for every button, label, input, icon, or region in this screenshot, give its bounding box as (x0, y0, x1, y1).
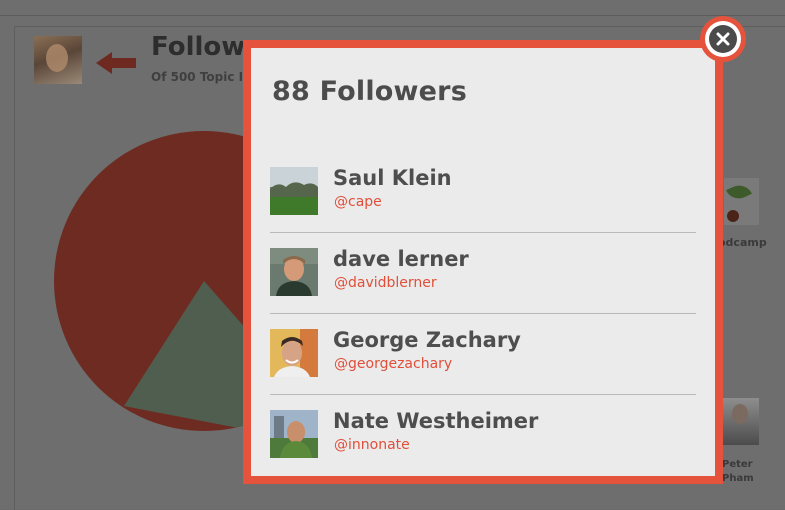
profile-avatar (34, 36, 82, 84)
seed-icon (727, 210, 739, 222)
follower-avatar[interactable] (270, 410, 318, 458)
sidebar-label: odcamp (718, 236, 767, 249)
close-icon (716, 32, 730, 46)
back-arrow-icon (110, 58, 136, 68)
follower-handle[interactable]: @innonate (334, 437, 410, 453)
follower-handle[interactable]: @georgezachary (334, 356, 452, 372)
follower-item[interactable]: Saul Klein @cape (270, 152, 696, 233)
follower-handle[interactable]: @davidblerner (334, 275, 437, 291)
page-subtitle: Of 500 Topic In (151, 70, 252, 84)
close-button[interactable] (700, 16, 746, 62)
follower-avatar[interactable] (270, 167, 318, 215)
followers-modal-body: 88 Followers Saul Klein @cape dave lerne… (251, 48, 715, 476)
sidebar-person-label: Peter Pham (722, 459, 754, 484)
follower-name[interactable]: dave lerner (333, 247, 469, 271)
follower-name[interactable]: Saul Klein (333, 166, 452, 190)
follower-name[interactable]: George Zachary (333, 328, 521, 352)
close-button-ring (705, 21, 741, 57)
close-button-face (709, 25, 737, 53)
top-divider (0, 15, 785, 16)
modal-title: 88 Followers (272, 76, 467, 107)
follower-item[interactable]: George Zachary @georgezachary (270, 314, 696, 395)
followers-modal: 88 Followers Saul Klein @cape dave lerne… (243, 40, 723, 484)
follower-item[interactable]: Nate Westheimer @innonate (270, 395, 696, 475)
sidebar-person-thumbnail (722, 398, 759, 445)
follower-avatar[interactable] (270, 248, 318, 296)
back-arrow-icon-head (96, 52, 112, 74)
follower-item[interactable]: dave lerner @davidblerner (270, 233, 696, 314)
followers-list: Saul Klein @cape dave lerner @davidblern… (270, 152, 696, 475)
follower-handle[interactable]: @cape (334, 194, 382, 210)
follower-avatar[interactable] (270, 329, 318, 377)
follower-name[interactable]: Nate Westheimer (333, 409, 538, 433)
